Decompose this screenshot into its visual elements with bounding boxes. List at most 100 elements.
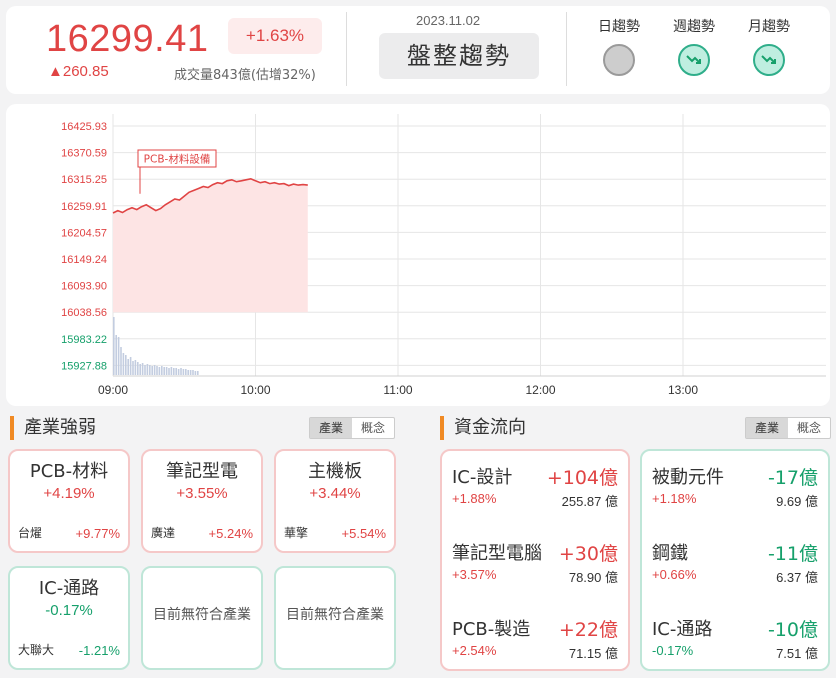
- volume-bar: [122, 353, 125, 375]
- y-tick-label: 16259.91: [61, 201, 107, 213]
- leading-stock: 華擎: [284, 526, 309, 540]
- flow-industry-name: 被動元件: [652, 467, 724, 488]
- flow-amount: +30億: [558, 543, 618, 565]
- trade-date: 2023.11.02: [416, 13, 481, 28]
- industry-name: 主機板: [308, 461, 362, 482]
- point-change: ▲260.85: [48, 63, 109, 80]
- volume-bar: [134, 360, 137, 375]
- empty-message: 目前無符合產業: [286, 607, 384, 623]
- y-tick-label: 16315.25: [61, 174, 107, 186]
- industry-name: IC-通路: [38, 578, 100, 599]
- flow-amount: +104億: [546, 467, 618, 489]
- flow-volume: 71.15 億: [568, 646, 618, 661]
- volume-bar: [187, 370, 189, 375]
- fund-flow-row[interactable]: PCB-製造 +22億 +2.54% 71.15 億: [442, 605, 628, 675]
- leading-stock: 大聯大: [18, 643, 55, 657]
- volume-bar: [141, 363, 144, 375]
- flow-volume: 78.90 億: [568, 570, 618, 585]
- x-tick-label: 10:00: [240, 383, 270, 397]
- flow-industry-name: IC-設計: [452, 467, 513, 488]
- monthly-trend[interactable]: 月趨勢: [739, 16, 799, 76]
- chart-svg: 16425.93 16370.59 16315.25 16259.91 16204.57…: [61, 114, 826, 397]
- industry-toggle: 產業 概念: [309, 417, 396, 439]
- volume-bar: [115, 335, 117, 375]
- volume-bar: [161, 366, 163, 375]
- industry-pct: +3.44%: [309, 485, 361, 502]
- weekly-trend[interactable]: 週趨勢: [664, 16, 724, 76]
- neutral-circle-icon: [603, 44, 635, 76]
- fund-flow-row[interactable]: 鋼鐵 -11億 +0.66% 6.37 億: [642, 529, 828, 599]
- toggle-industry[interactable]: 產業: [746, 418, 789, 438]
- fund-flow-row[interactable]: 筆記型電腦 +30億 +3.57% 78.90 億: [442, 529, 628, 599]
- toggle-concept[interactable]: 概念: [788, 418, 830, 438]
- volume-bar: [144, 365, 146, 375]
- volume-bar: [192, 370, 194, 375]
- flow-industry-name: 鋼鐵: [652, 543, 688, 564]
- flow-volume: 7.51 億: [776, 646, 818, 661]
- x-tick-label: 12:00: [525, 383, 555, 397]
- daily-trend[interactable]: 日趨勢: [589, 16, 649, 76]
- leading-stock-pct: +9.77%: [75, 526, 120, 541]
- flow-volume: 255.87 億: [561, 494, 618, 509]
- intraday-chart[interactable]: 16425.93 16370.59 16315.25 16259.91 16204.57…: [6, 104, 830, 406]
- industry-name: 筆記型電: [166, 461, 238, 482]
- flow-industry-name: PCB-製造: [452, 619, 531, 640]
- industry-section-title: 產業強弱: [10, 416, 96, 440]
- divider: [566, 12, 567, 86]
- volume-bar: [189, 370, 192, 375]
- volume-bar: [146, 364, 149, 375]
- volume-bar: [175, 368, 177, 375]
- volume-bar: [129, 357, 132, 375]
- fundflow-toggle: 產業 概念: [745, 417, 832, 439]
- industry-pct: -0.17%: [45, 602, 93, 619]
- fundflow-section-title: 資金流向: [440, 416, 526, 440]
- volume-bar: [185, 369, 187, 375]
- flow-amount: -17億: [767, 467, 818, 489]
- industry-card-empty: 目前無符合產業: [274, 566, 396, 670]
- fund-flow-row[interactable]: IC-設計 +104億 +1.88% 255.87 億: [442, 453, 628, 523]
- y-tick-label: 16093.90: [61, 281, 107, 293]
- volume-bar: [137, 362, 139, 375]
- flow-amount: -10億: [767, 619, 818, 641]
- fund-flow-row[interactable]: 被動元件 -17億 +1.18% 9.69 億: [642, 453, 828, 523]
- y-tick-label: 15927.88: [61, 360, 107, 372]
- y-tick-label: 16038.56: [61, 307, 107, 319]
- y-tick-label: 16370.59: [61, 148, 107, 160]
- industry-card[interactable]: 主機板 +3.44% 華擎 +5.54%: [274, 449, 396, 553]
- industry-name: PCB-材料: [29, 461, 109, 482]
- volume-bar: [168, 368, 170, 375]
- industry-card[interactable]: 筆記型電 +3.55% 廣達 +5.24%: [141, 449, 263, 553]
- volume-bar: [120, 347, 122, 375]
- index-value: 16299.41: [46, 18, 209, 60]
- flow-amount: -11億: [767, 543, 818, 565]
- volume-bar: [132, 361, 134, 375]
- weekly-trend-label: 週趨勢: [673, 19, 715, 35]
- volume-bar: [117, 337, 120, 375]
- y-tick-label: 15983.22: [61, 334, 107, 346]
- volume-bar: [163, 367, 165, 375]
- fund-flow-row[interactable]: IC-通路 -10億 -0.17% 7.51 億: [642, 605, 828, 675]
- industry-card[interactable]: PCB-材料 +4.19% 台燿 +9.77%: [8, 449, 130, 553]
- leading-stock-pct: +5.24%: [208, 526, 253, 541]
- volume-bar: [182, 369, 185, 375]
- volume-bar: [170, 367, 173, 375]
- leading-stock: 廣達: [151, 526, 176, 540]
- flow-pct: +0.66%: [652, 567, 697, 582]
- volume-bar: [149, 365, 151, 375]
- y-tick-label: 16204.57: [61, 227, 107, 239]
- flow-pct: +2.54%: [452, 643, 497, 658]
- industry-card[interactable]: IC-通路 -0.17% 大聯大 -1.21%: [8, 566, 130, 670]
- flow-pct: +1.18%: [652, 491, 697, 506]
- toggle-concept[interactable]: 概念: [352, 418, 394, 438]
- fund-outflow-list: 被動元件 -17億 +1.18% 9.69 億 鋼鐵 -11億 +0.66% 6…: [640, 449, 830, 671]
- monthly-trend-label: 月趨勢: [748, 19, 790, 35]
- toggle-industry[interactable]: 產業: [310, 418, 353, 438]
- index-summary-panel: 16299.41 +1.63% ▲260.85 成交量843億(估增32%) 2…: [6, 6, 830, 94]
- industry-card-empty: 目前無符合產業: [141, 566, 263, 670]
- leading-stock: 台燿: [18, 526, 43, 540]
- volume-bar: [113, 317, 115, 375]
- leading-stock-pct: +5.54%: [341, 526, 386, 541]
- volume-bar: [194, 371, 197, 375]
- industry-pct: +4.19%: [43, 485, 95, 502]
- fund-inflow-list: IC-設計 +104億 +1.88% 255.87 億 筆記型電腦 +30億 +…: [440, 449, 630, 671]
